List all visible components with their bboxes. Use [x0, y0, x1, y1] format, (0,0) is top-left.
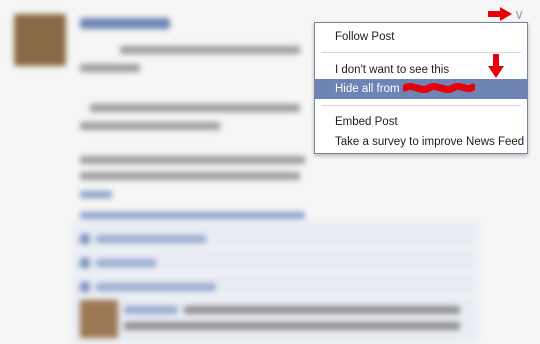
chevron-down-icon[interactable]: ∨ [514, 7, 524, 21]
post-text-line [80, 122, 220, 130]
likes-count [96, 235, 206, 243]
post-text-line [80, 156, 305, 164]
post-options-menu: Follow Post I don't want to see this Hid… [314, 22, 528, 154]
menu-divider [321, 105, 521, 106]
shares-count [96, 259, 156, 267]
divider [72, 248, 478, 249]
redaction-scribble [403, 82, 475, 93]
author-name [80, 18, 170, 29]
view-comments-link [96, 283, 216, 291]
menu-item-hide-all-label: Hide all from [335, 83, 400, 95]
red-arrow-right-icon [488, 7, 512, 21]
post-text-line [90, 104, 300, 112]
author-avatar [14, 14, 66, 66]
red-arrow-down-icon [488, 54, 504, 78]
divider [72, 296, 478, 297]
menu-item-hide-all[interactable]: Hide all from [315, 79, 527, 99]
divider [72, 272, 478, 273]
commenter-avatar [80, 300, 118, 338]
comment-text-line [184, 306, 460, 314]
post-text-line [120, 46, 300, 54]
post-actions-bar [80, 212, 305, 219]
comment-text-line [124, 322, 460, 330]
post-text-line [80, 64, 140, 72]
like-icon [80, 234, 90, 244]
menu-item-survey[interactable]: Take a survey to improve News Feed [315, 132, 527, 152]
comment-icon [80, 282, 90, 292]
post-text-line [80, 172, 300, 180]
menu-item-embed-post[interactable]: Embed Post [315, 112, 527, 132]
see-more-link [80, 191, 112, 198]
share-icon [80, 258, 90, 268]
menu-item-follow-post[interactable]: Follow Post [315, 27, 527, 47]
menu-divider [321, 52, 521, 53]
commenter-name [124, 306, 178, 314]
